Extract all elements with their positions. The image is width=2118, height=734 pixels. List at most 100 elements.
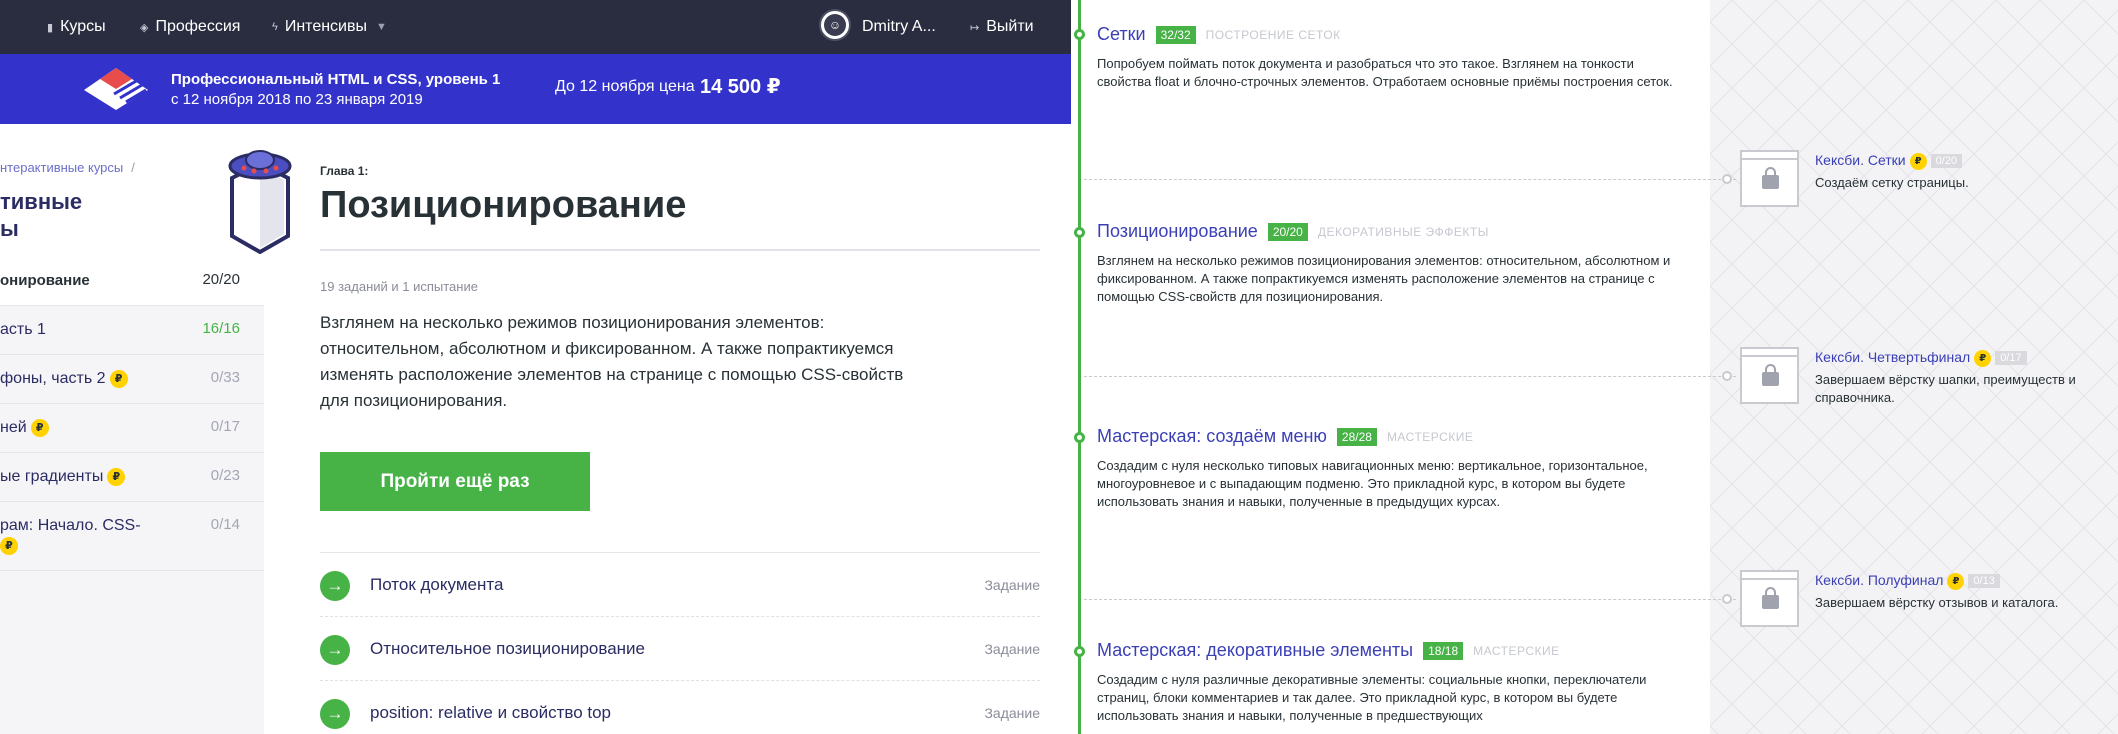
chapter-item-count: 0/23 (210, 467, 240, 484)
course-category: ПОСТРОЕНИЕ СЕТОК (1205, 27, 1341, 42)
bar-chart-icon: ▮ (47, 21, 54, 34)
timeline-connector (1084, 376, 1736, 377)
course-title-link[interactable]: Сетки (1097, 24, 1146, 45)
coin-icon: ₽ (1947, 572, 1965, 590)
nav-courses-label: Курсы (60, 18, 106, 35)
top-navigation: ▮ Курсы ◈ Профессия ϟ Интенсивы ▼ ☺ Dmit… (0, 0, 1071, 54)
breadcrumb-separator: / (131, 160, 135, 175)
graduation-cap-icon: ◈ (140, 21, 149, 34)
project-title-link[interactable]: Кексби. Полуфинал ₽0/13 (1815, 572, 2000, 590)
promo-title: Профессиональный HTML и CSS, уровень 1 (171, 71, 501, 88)
course-header: Сетки 32/32 ПОСТРОЕНИЕ СЕТОК (1097, 24, 1687, 45)
chapter-item-text: ней (0, 419, 27, 436)
connector-dot (1722, 174, 1732, 184)
sidebar-header: нтерактивные курсы / тивные ы (0, 124, 292, 257)
course-title-link[interactable]: Позиционирование (1097, 221, 1258, 242)
task-row[interactable]: → Поток документа Задание (320, 552, 1040, 616)
task-count: 19 заданий и 1 испытание (320, 279, 478, 294)
chapter-item-label: рам: Начало. CSS- ₽ (0, 516, 141, 556)
coin-icon: ₽ (107, 467, 126, 486)
arrow-right-icon: → (320, 699, 350, 729)
timeline-node (1074, 29, 1085, 40)
nav-profession-label: Профессия (155, 18, 241, 35)
arrow-right-icon: → (320, 571, 350, 601)
chapter-item[interactable]: онирование 20/20 (0, 257, 264, 306)
nav-intensives-label: Интенсивы (284, 18, 367, 35)
chapter-label: Глава 1: (320, 164, 369, 178)
chapter-item-text: рам: Начало. CSS- (0, 517, 141, 534)
task-row[interactable]: → position: relative и свойство top Зада… (320, 680, 1040, 734)
nav-courses[interactable]: ▮ Курсы (47, 0, 106, 54)
chapter-item[interactable]: асть 1 16/16 (0, 306, 264, 355)
chapter-item-label: ые градиенты ₽ (0, 467, 126, 487)
user-name-link[interactable]: Dmitry A... (862, 0, 936, 54)
progress-badge: 20/20 (1267, 222, 1308, 241)
breadcrumb-link[interactable]: нтерактивные курсы (0, 160, 123, 175)
project-description: Создаём сетку страницы. (1815, 175, 1969, 190)
chapter-item-count: 0/14 (210, 516, 240, 533)
chevron-down-icon: ▼ (375, 21, 387, 33)
chapter-item-count: 0/17 (210, 418, 240, 435)
connector-dot (1722, 371, 1732, 381)
promo-dates: с 12 ноября 2018 по 23 января 2019 (171, 91, 423, 108)
timeline-node (1074, 646, 1085, 657)
chapter-item[interactable]: фоны, часть 2 ₽ 0/33 (0, 355, 264, 404)
coin-icon: ₽ (0, 536, 18, 555)
promo-price-label: До 12 ноября цена (555, 78, 695, 95)
retry-button[interactable]: Пройти ещё раз (320, 452, 590, 511)
nav-profession[interactable]: ◈ Профессия (140, 0, 240, 54)
course-title-link[interactable]: Мастерская: создаём меню (1097, 426, 1327, 447)
breadcrumb[interactable]: нтерактивные курсы / (0, 160, 135, 175)
project-title-link[interactable]: Кексби. Четвертьфинал ₽0/17 (1815, 349, 2027, 367)
chapter-item-count: 16/16 (202, 320, 240, 337)
chapter-item-text: фоны, часть 2 (0, 370, 106, 387)
task-name: Относительное позиционирование (370, 639, 646, 658)
avatar[interactable]: ☺ (819, 9, 851, 41)
logout-label: Выйти (986, 18, 1034, 35)
task-row[interactable]: → Относительное позиционирование Задание (320, 616, 1040, 680)
promo-banner[interactable]: Профессиональный HTML и CSS, уровень 1 с… (0, 54, 1071, 124)
lock-icon (1740, 347, 1799, 404)
course-category: МАСТЕРСКИЕ (1386, 429, 1474, 444)
coin-icon: ₽ (1974, 349, 1992, 367)
timeline-node (1074, 227, 1085, 238)
chapter-item[interactable]: рам: Начало. CSS- ₽ 0/14 (0, 502, 264, 571)
chapters-sidebar: нтерактивные курсы / тивные ы онирование … (0, 124, 292, 734)
course-category: МАСТЕРСКИЕ (1473, 643, 1560, 658)
title-divider (320, 249, 1040, 251)
coin-icon: ₽ (30, 418, 49, 437)
chapter-item[interactable]: ые градиенты ₽ 0/23 (0, 453, 264, 502)
task-type: Задание (984, 577, 1040, 593)
chapter-item-count: 20/20 (202, 271, 240, 288)
project-title-link[interactable]: Кексби. Сетки ₽0/20 (1815, 152, 1963, 170)
course-item: Сетки 32/32 ПОСТРОЕНИЕ СЕТОК Попробуем п… (1097, 24, 1687, 91)
course-item: Мастерская: декоративные элементы 18/18 … (1097, 640, 1687, 725)
htmlacademy-logo-icon (84, 68, 148, 110)
chapter-item-text: ые градиенты (0, 468, 104, 485)
task-name: Поток документа (370, 575, 504, 594)
chapter-item[interactable]: ней ₽ 0/17 (0, 404, 264, 453)
course-category: ДЕКОРАТИВНЫЕ ЭФФЕКТЫ (1317, 224, 1489, 239)
course-header: Мастерская: создаём меню 28/28 МАСТЕРСКИ… (1097, 426, 1687, 447)
lock-icon (1740, 570, 1799, 627)
sidebar-title-line-2: ы (0, 216, 19, 241)
user-avatar-icon: ☺ (824, 14, 846, 36)
chapter-item-count: 0/33 (210, 369, 240, 386)
task-name: position: relative и свойство top (370, 703, 612, 722)
chapter-item-label: фоны, часть 2 ₽ (0, 369, 128, 389)
chapter-list: онирование 20/20 асть 1 16/16 фоны, част… (0, 257, 264, 571)
connector-dot (1722, 594, 1732, 604)
nav-intensives[interactable]: ϟ Интенсивы ▼ (272, 0, 387, 54)
timeline-node (1074, 432, 1085, 443)
logout-link[interactable]: ↦ Выйти (970, 0, 1034, 54)
lock-icon (1740, 150, 1799, 207)
timeline-line (1078, 0, 1081, 734)
progress-badge: 0/17 (1995, 351, 2027, 366)
course-page-pane: ▮ Курсы ◈ Профессия ϟ Интенсивы ▼ ☺ Dmit… (0, 0, 1071, 734)
project-description: Завершаем вёрстку отзывов и каталога. (1815, 595, 2059, 610)
course-title-link[interactable]: Мастерская: декоративные элементы (1097, 640, 1413, 661)
course-timeline-pane: Сетки 32/32 ПОСТРОЕНИЕ СЕТОК Попробуем п… (1074, 0, 2118, 734)
chapter-item-label: ней ₽ (0, 418, 49, 438)
project-title: Кексби. Четвертьфинал (1815, 349, 1971, 365)
sidebar-title-line-1: тивные (0, 189, 83, 214)
